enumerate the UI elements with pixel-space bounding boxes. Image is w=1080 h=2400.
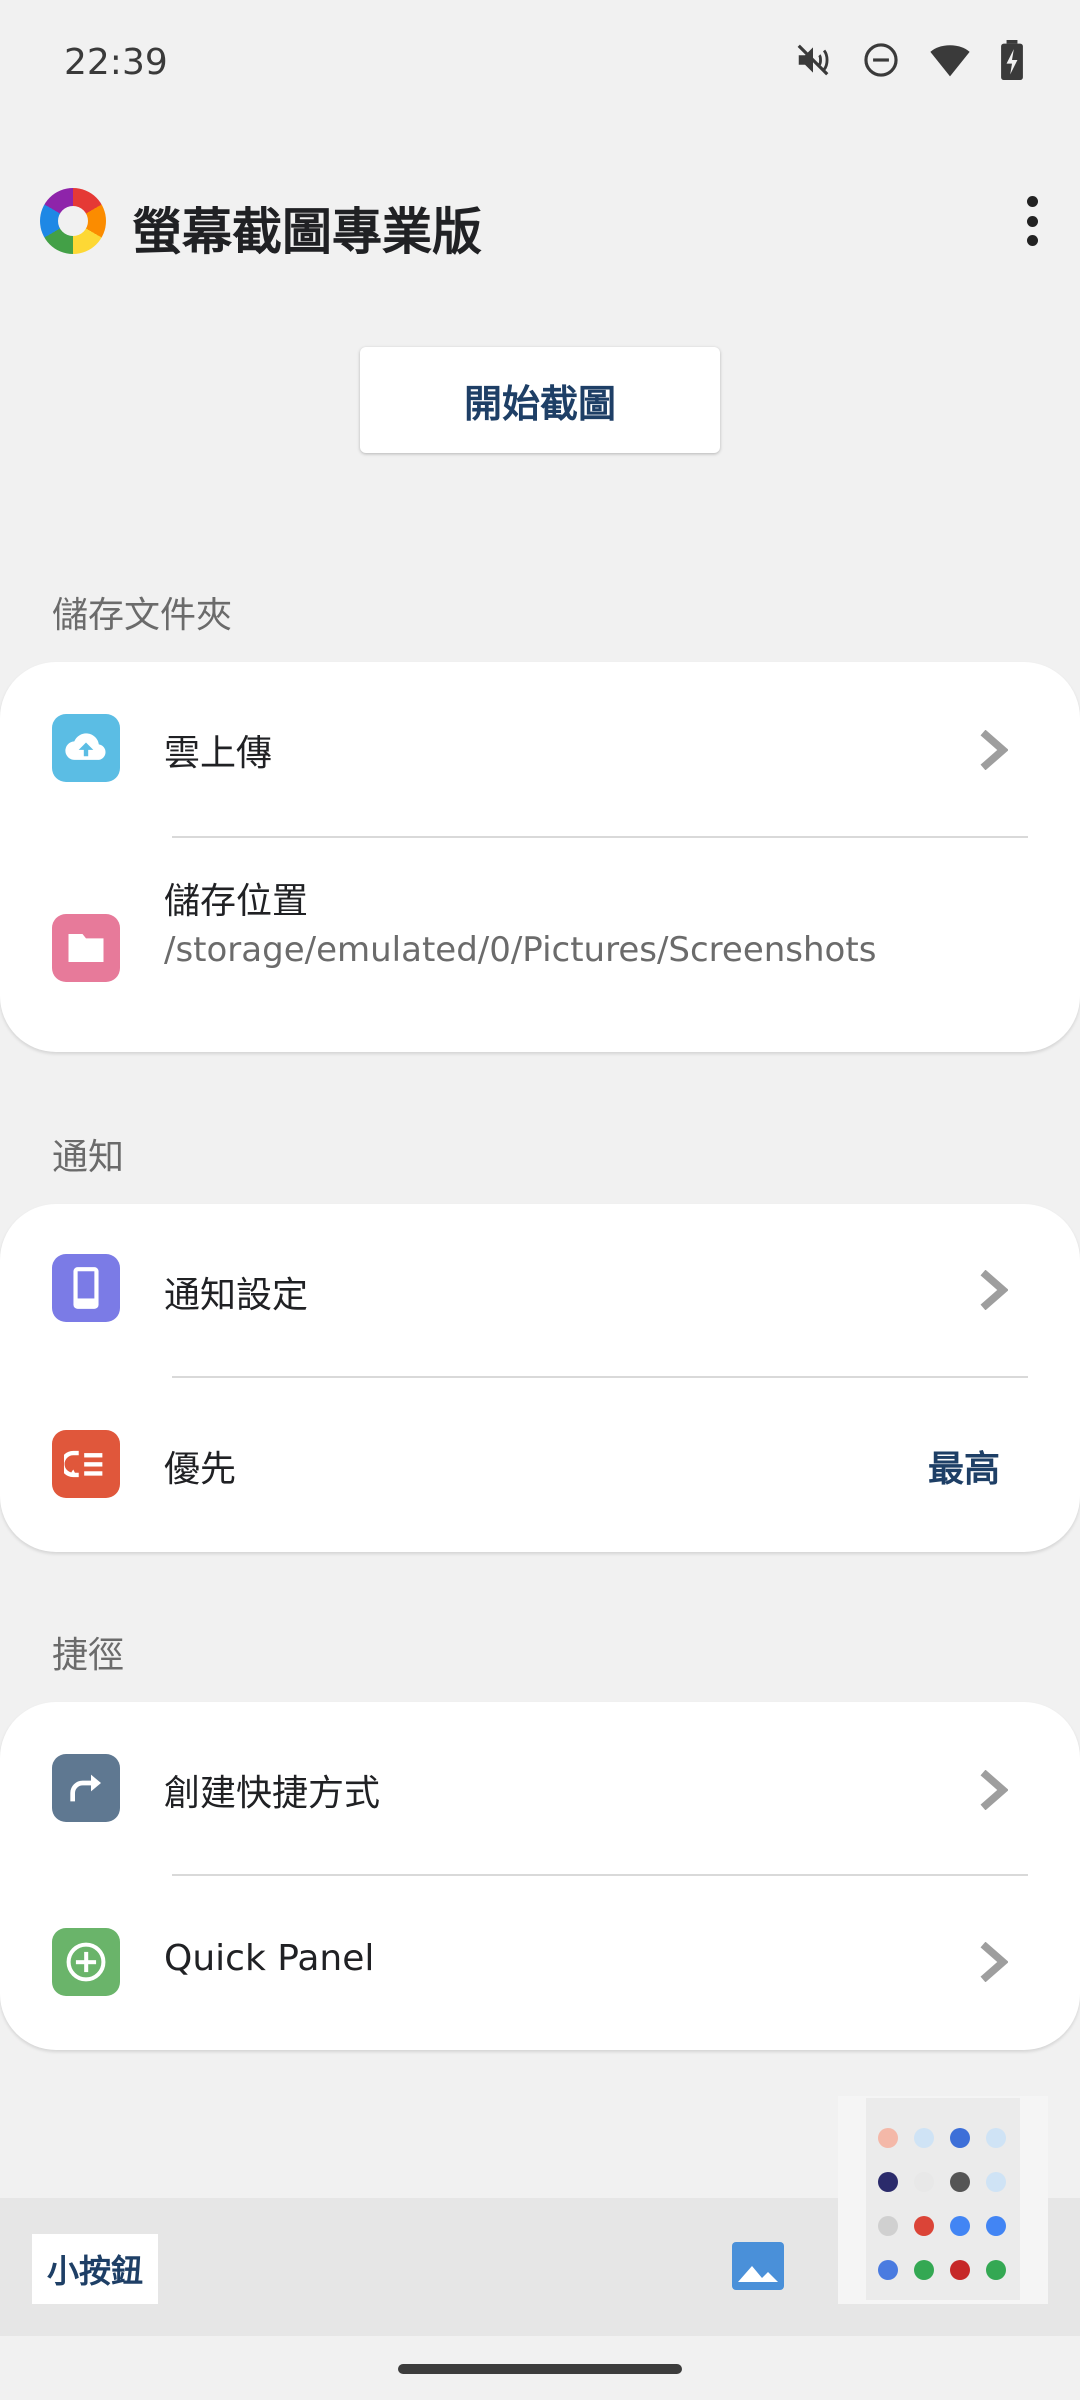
gesture-navigation-bar[interactable]: [398, 2364, 682, 2374]
battery-charging-icon: [1001, 40, 1023, 80]
cloud-upload-icon: [52, 714, 120, 782]
priority-icon: [52, 1430, 120, 1498]
wifi-icon: [930, 45, 970, 77]
quick-panel-label: Quick Panel: [164, 1938, 375, 1979]
status-time: 22:39: [64, 42, 168, 83]
priority-row[interactable]: 優先 最高: [0, 1378, 1080, 1554]
quick-panel-row[interactable]: Quick Panel: [0, 1876, 1080, 2052]
chevron-right-icon: [980, 1770, 1008, 1810]
shortcuts-card: 創建快捷方式 Quick Panel: [0, 1702, 1080, 2050]
chevron-right-icon: [980, 1942, 1008, 1982]
chevron-right-icon: [980, 730, 1008, 770]
create-shortcut-label: 創建快捷方式: [164, 1773, 381, 1814]
do-not-disturb-icon: [864, 43, 898, 77]
save-location-row[interactable]: 儲存位置 /storage/emulated/0/Pictures/Screen…: [0, 838, 1080, 1052]
small-button[interactable]: 小按鈕: [32, 2234, 158, 2304]
phone-icon: [52, 1254, 120, 1322]
section-label-shortcuts: 捷徑: [52, 1635, 125, 1676]
save-location-path: /storage/emulated/0/Pictures/Screenshots: [164, 930, 877, 970]
share-arrow-icon: [52, 1754, 120, 1822]
screenshot-thumbnail[interactable]: [866, 2098, 1020, 2300]
start-screenshot-button[interactable]: 開始截圖: [360, 347, 720, 453]
notification-settings-label: 通知設定: [164, 1275, 309, 1316]
chevron-right-icon: [980, 1270, 1008, 1310]
priority-value: 最高: [927, 1449, 1000, 1490]
page-title: 螢幕截圖專業版: [132, 203, 482, 261]
folder-icon: [52, 914, 120, 982]
notifications-card: 通知設定 優先 最高: [0, 1204, 1080, 1552]
priority-label: 優先: [164, 1449, 237, 1490]
app-logo: [40, 188, 106, 254]
status-icons: [794, 40, 1024, 80]
more-vert-icon[interactable]: [1024, 196, 1040, 246]
mute-icon: [797, 44, 829, 76]
storage-card: 雲上傳 儲存位置 /storage/emulated/0/Pictures/Sc…: [0, 662, 1080, 1052]
section-label-storage: 儲存文件夾: [52, 595, 233, 636]
image-icon[interactable]: [732, 2242, 784, 2290]
add-circle-icon: [52, 1928, 120, 1996]
notification-settings-row[interactable]: 通知設定: [0, 1204, 1080, 1380]
save-location-label: 儲存位置: [164, 881, 309, 922]
cloud-upload-label: 雲上傳: [164, 733, 273, 774]
cloud-upload-row[interactable]: 雲上傳: [0, 662, 1080, 838]
section-label-notifications: 通知: [52, 1137, 125, 1178]
create-shortcut-row[interactable]: 創建快捷方式: [0, 1702, 1080, 1878]
